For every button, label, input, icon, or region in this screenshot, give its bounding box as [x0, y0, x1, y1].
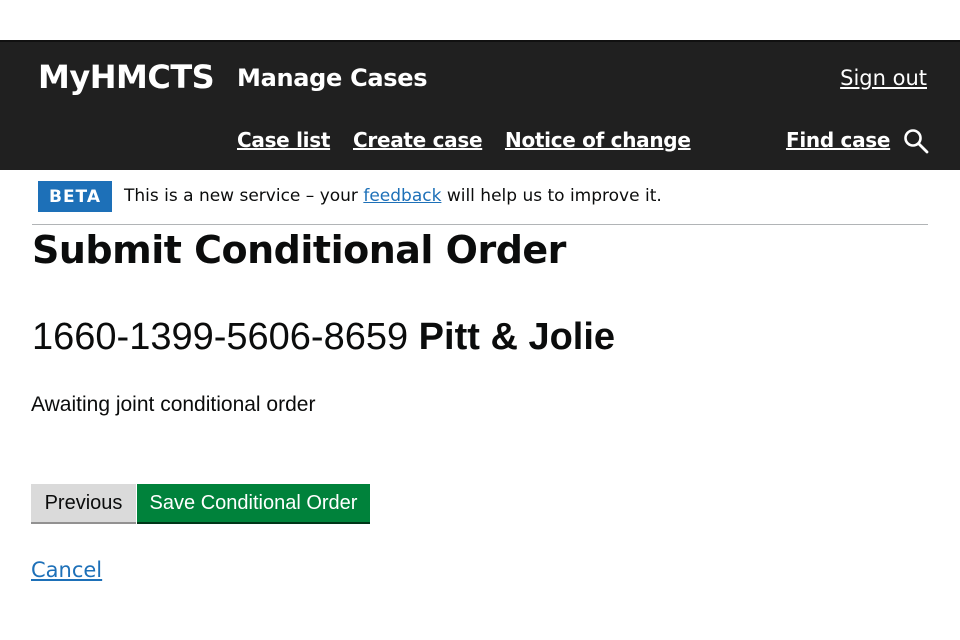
phase-banner-text: This is a new service – your feedback wi…	[124, 186, 662, 206]
cancel-link[interactable]: Cancel	[31, 558, 102, 582]
service-name[interactable]: Manage Cases	[237, 64, 428, 92]
phase-text-after: will help us to improve it.	[446, 186, 662, 206]
site-header: MyHMCTS Manage Cases Sign out Case list …	[0, 40, 960, 170]
nav-find-case[interactable]: Find case	[786, 128, 890, 152]
case-number: 1660-1399-5606-8659	[32, 316, 409, 358]
phase-text-before: This is a new service – your	[124, 186, 358, 206]
sign-out-link[interactable]: Sign out	[840, 66, 927, 90]
nav-create-case[interactable]: Create case	[353, 128, 483, 152]
case-state: Awaiting joint conditional order	[31, 393, 316, 416]
feedback-link[interactable]: feedback	[363, 186, 441, 206]
page-title: Submit Conditional Order	[32, 228, 566, 272]
nav-case-list[interactable]: Case list	[237, 128, 330, 152]
save-conditional-order-button[interactable]: Save Conditional Order	[137, 484, 370, 524]
case-name: Pitt & Jolie	[418, 316, 616, 358]
previous-button[interactable]: Previous	[31, 484, 136, 524]
search-icon[interactable]	[903, 128, 929, 154]
primary-nav: Case list Create case Notice of change F…	[0, 128, 960, 158]
case-heading: 1660-1399-5606-8659 Pitt & Jolie	[32, 316, 615, 359]
nav-notice-of-change[interactable]: Notice of change	[505, 128, 691, 152]
beta-tag: BETA	[38, 181, 112, 212]
phase-banner: BETA This is a new service – your feedba…	[32, 180, 928, 225]
brand-logo[interactable]: MyHMCTS	[38, 58, 215, 96]
